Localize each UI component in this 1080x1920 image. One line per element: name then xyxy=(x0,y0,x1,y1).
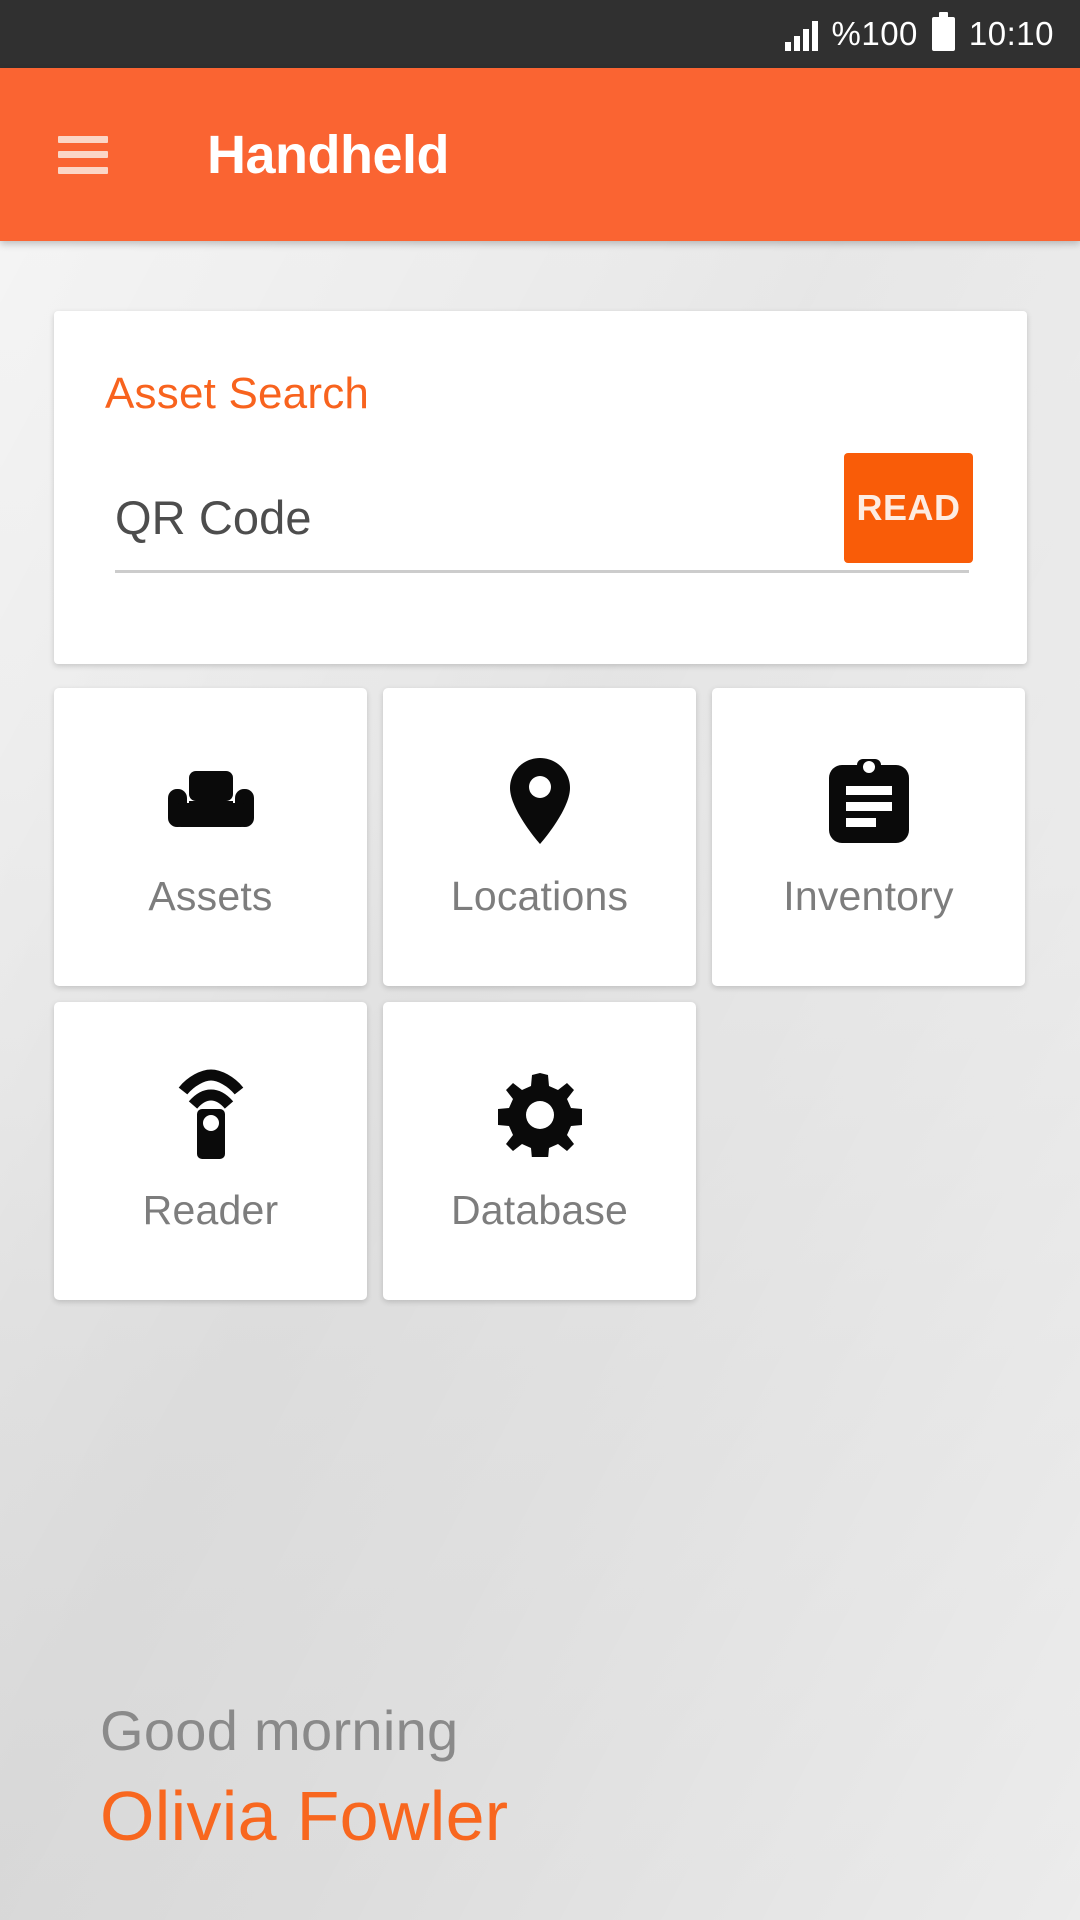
clipboard-icon xyxy=(828,755,909,847)
map-pin-icon xyxy=(509,755,571,847)
tile-locations[interactable]: Locations xyxy=(383,688,696,986)
tile-label: Assets xyxy=(148,872,273,919)
status-bar: %100 10:10 xyxy=(0,0,1080,68)
tile-label: Reader xyxy=(142,1186,279,1233)
tile-label: Database xyxy=(450,1186,629,1233)
battery-full-icon xyxy=(931,12,955,51)
asset-search-card: Asset Search QR Code READ xyxy=(54,311,1027,664)
tile-label: Locations xyxy=(450,872,629,919)
battery-percent-label: %100 xyxy=(831,15,918,52)
app-bar: Handheld xyxy=(0,68,1080,241)
gear-icon xyxy=(497,1069,582,1161)
greeting-salutation: Good morning xyxy=(100,1699,459,1762)
rfid-reader-icon xyxy=(175,1068,247,1161)
qr-code-input-underline xyxy=(115,570,969,573)
hamburger-menu-icon[interactable] xyxy=(58,135,108,174)
tile-reader[interactable]: Reader xyxy=(54,1002,367,1300)
read-button[interactable]: READ xyxy=(844,453,973,563)
shortcut-tile-grid: Assets Locations Inventory Reader Databa… xyxy=(54,688,1027,1300)
tile-database[interactable]: Database xyxy=(383,1002,696,1300)
qr-code-input[interactable]: QR Code xyxy=(115,489,969,547)
page-title: Handheld xyxy=(207,124,450,185)
status-bar-right-group: %100 10:10 xyxy=(784,12,1055,52)
signal-bars-icon xyxy=(784,21,818,51)
clock-label: 10:10 xyxy=(968,15,1054,52)
sofa-icon xyxy=(165,755,257,847)
tile-inventory[interactable]: Inventory xyxy=(712,688,1025,986)
qr-code-field-wrapper: QR Code xyxy=(115,489,969,573)
greeting-user-name: Olivia Fowler xyxy=(100,1777,509,1855)
tile-label: Inventory xyxy=(783,872,954,919)
tile-assets[interactable]: Assets xyxy=(54,688,367,986)
asset-search-title: Asset Search xyxy=(105,369,370,418)
greeting-block: Good morning Olivia Fowler xyxy=(100,1694,1000,1864)
